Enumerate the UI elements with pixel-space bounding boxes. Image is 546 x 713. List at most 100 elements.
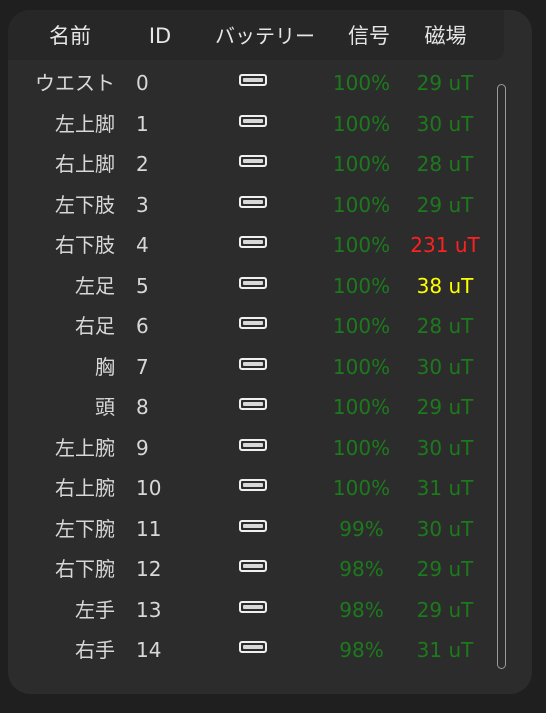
sensor-name: 右上腕 — [55, 476, 115, 500]
sensor-name: 頭 — [95, 395, 115, 419]
battery-cell — [239, 438, 269, 455]
magnetic-field-value: 31 uT — [416, 476, 474, 500]
magnetic-field-value: 38 uT — [416, 273, 474, 298]
battery-icon — [239, 560, 267, 572]
magnetic-field-value: 29 uT — [416, 597, 474, 622]
vertical-scrollbar[interactable] — [497, 84, 506, 669]
table-row[interactable]: 左上脚 1 100% 30 uT — [8, 103, 498, 144]
magnetic-field-value: 29 uT — [416, 71, 474, 95]
sensor-id: 12 — [136, 557, 162, 581]
battery-cell — [239, 114, 269, 131]
signal-strength: 100% — [332, 314, 391, 338]
sensor-name: 胸 — [95, 354, 115, 379]
sensor-id: 1 — [136, 111, 149, 136]
magnetic-field-value: 30 uT — [416, 354, 474, 379]
battery-icon — [239, 195, 267, 208]
sensor-id: 7 — [136, 354, 149, 379]
battery-icon — [239, 357, 267, 370]
sensor-name: 左手 — [75, 597, 115, 622]
battery-icon — [239, 398, 267, 410]
sensor-id: 8 — [136, 395, 149, 419]
signal-strength: 100% — [332, 71, 391, 95]
sensor-id: 9 — [136, 435, 149, 460]
signal-strength: 100% — [332, 273, 391, 298]
signal-strength: 100% — [332, 192, 391, 217]
table-row[interactable]: 左足 5 100% 38 uT — [8, 265, 498, 306]
battery-icon — [239, 600, 267, 613]
column-header-name[interactable]: 名前 — [30, 22, 110, 50]
sensor-id: 5 — [136, 273, 149, 298]
battery-icon — [239, 155, 267, 167]
table-row[interactable]: ウエスト 0 100% 29 uT — [8, 62, 498, 103]
battery-cell — [239, 276, 269, 293]
battery-icon — [239, 317, 267, 329]
battery-icon — [239, 276, 267, 289]
battery-icon — [239, 519, 267, 532]
signal-strength: 100% — [332, 395, 391, 419]
table-row[interactable]: 右下腕 12 98% 29 uT — [8, 548, 498, 589]
battery-cell — [239, 155, 269, 171]
table-row[interactable]: 左上腕 9 100% 30 uT — [8, 427, 498, 468]
sensor-name: 右手 — [75, 638, 115, 662]
sensor-name: 左足 — [75, 273, 115, 298]
sensor-id: 3 — [136, 192, 149, 217]
battery-cell — [239, 560, 269, 576]
sensor-name: ウエスト — [35, 71, 115, 95]
table-row[interactable]: 右上脚 2 100% 28 uT — [8, 143, 498, 184]
table-row[interactable]: 右下肢 4 100% 231 uT — [8, 224, 498, 265]
sensor-table-body: ウエスト 0 100% 29 uT 左上脚 1 100% 30 uT 右上脚 2 100% 28 uT… — [8, 62, 498, 670]
table-row[interactable]: 左手 13 98% 29 uT — [8, 589, 498, 630]
battery-cell — [239, 641, 269, 657]
sensor-id: 4 — [136, 233, 149, 257]
magnetic-field-value: 28 uT — [416, 152, 474, 176]
table-row[interactable]: 左下肢 3 100% 29 uT — [8, 184, 498, 225]
battery-icon — [239, 479, 267, 491]
sensor-list-panel: 名前 ID バッテリー 信号 磁場 ウエスト 0 100% 29 uT 左上脚 1 100%… — [8, 10, 532, 694]
magnetic-field-value: 231 uT — [410, 233, 480, 257]
column-header-id[interactable]: ID — [135, 22, 185, 50]
battery-cell — [239, 479, 269, 495]
signal-strength: 100% — [332, 152, 391, 176]
sensor-name: 右下腕 — [55, 557, 115, 581]
table-row[interactable]: 頭 8 100% 29 uT — [8, 386, 498, 427]
signal-strength: 98% — [339, 638, 384, 662]
sensor-name: 右足 — [75, 314, 115, 338]
battery-cell — [239, 74, 269, 90]
magnetic-field-value: 30 uT — [416, 435, 474, 460]
battery-icon — [239, 641, 267, 653]
sensor-name: 左下肢 — [55, 192, 115, 217]
sensor-name: 右下肢 — [55, 233, 115, 257]
sensor-name: 左上脚 — [55, 111, 115, 136]
battery-cell — [239, 600, 269, 617]
signal-strength: 100% — [332, 476, 391, 500]
table-header: 名前 ID バッテリー 信号 磁場 — [8, 10, 504, 60]
signal-strength: 98% — [339, 597, 384, 622]
magnetic-field-value: 29 uT — [416, 395, 474, 419]
table-row[interactable]: 右手 14 98% 31 uT — [8, 629, 498, 670]
table-row[interactable]: 胸 7 100% 30 uT — [8, 346, 498, 387]
battery-cell — [239, 317, 269, 333]
battery-cell — [239, 398, 269, 414]
table-row[interactable]: 右上腕 10 100% 31 uT — [8, 467, 498, 508]
magnetic-field-value: 29 uT — [416, 192, 474, 217]
table-row[interactable]: 右足 6 100% 28 uT — [8, 305, 498, 346]
battery-icon — [239, 236, 267, 248]
sensor-id: 0 — [136, 71, 149, 95]
battery-icon — [239, 74, 267, 86]
sensor-name: 右上脚 — [55, 152, 115, 176]
signal-strength: 98% — [339, 557, 384, 581]
sensor-id: 13 — [136, 597, 162, 622]
magnetic-field-value: 31 uT — [416, 638, 474, 662]
magnetic-field-value: 29 uT — [416, 557, 474, 581]
signal-strength: 100% — [332, 354, 391, 379]
column-header-battery[interactable]: バッテリー — [200, 22, 330, 50]
column-header-signal[interactable]: 信号 — [334, 22, 404, 50]
battery-cell — [239, 195, 269, 212]
sensor-id: 6 — [136, 314, 149, 338]
table-row[interactable]: 左下腕 11 99% 30 uT — [8, 508, 498, 549]
column-header-magnetic-field[interactable]: 磁場 — [408, 22, 483, 50]
sensor-name: 左上腕 — [55, 435, 115, 460]
battery-cell — [239, 236, 269, 252]
magnetic-field-value: 30 uT — [416, 516, 474, 541]
signal-strength: 99% — [339, 516, 384, 541]
